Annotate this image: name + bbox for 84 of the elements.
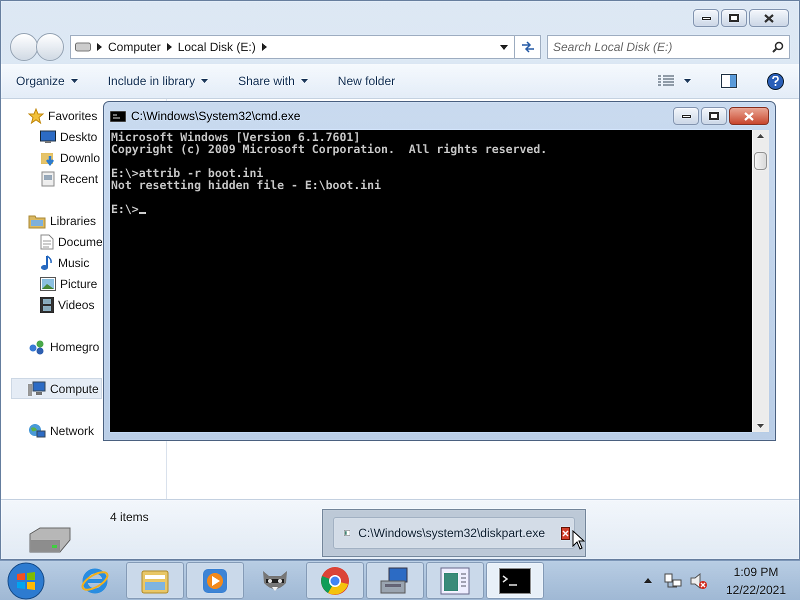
dropdown-arrow-icon: [684, 79, 691, 83]
navigation-item[interactable]: Downlo: [11, 147, 104, 168]
navigation-item[interactable]: Compute: [11, 378, 102, 399]
maximize-button[interactable]: [721, 9, 747, 27]
homegroup-icon: [28, 338, 46, 354]
scrollbar[interactable]: [752, 130, 769, 432]
play-icon: [202, 568, 228, 594]
console-icon: [110, 110, 126, 122]
dropdown-arrow-icon: [201, 79, 208, 83]
view-options-button[interactable]: [658, 75, 691, 87]
close-button[interactable]: [561, 526, 570, 540]
close-icon: [744, 112, 754, 120]
refresh-icon: [520, 41, 534, 53]
navigation-item[interactable]: Recent: [11, 168, 102, 189]
toolbar-button[interactable]: Organize: [16, 72, 78, 90]
scroll-up-arrow-icon: [757, 134, 764, 138]
question-mark-icon: [772, 76, 779, 86]
network-icon: [664, 572, 682, 590]
console-line: Microsoft Windows [Version 6.1.7601]: [111, 131, 360, 143]
navigation-item[interactable]: Picture: [11, 273, 100, 294]
navigation-item[interactable]: Homegro: [11, 336, 102, 357]
clock-time: 1:09 PM: [734, 564, 778, 580]
close-icon: [764, 14, 774, 22]
maximize-button[interactable]: [701, 107, 727, 125]
mouse-pointer-icon: [572, 530, 585, 550]
speaker-muted-icon: [690, 572, 708, 590]
minimize-button[interactable]: [673, 107, 699, 125]
network-icon: [28, 422, 46, 438]
thumbnail-title: C:\Windows\system32\diskpart.exe: [358, 525, 545, 542]
console-line: E:\>attrib -r boot.ini: [111, 167, 264, 179]
console-icon: [499, 568, 531, 594]
monitor-icon: [40, 130, 56, 144]
search-field[interactable]: Search Local Disk (E:): [547, 35, 790, 59]
help-button[interactable]: [767, 72, 784, 90]
navigation-item[interactable]: Videos: [11, 294, 98, 315]
close-icon: [562, 530, 569, 536]
chrome-icon: [320, 566, 350, 596]
console-line: E:\>: [111, 203, 139, 215]
scrollbar-thumb[interactable]: [754, 152, 767, 170]
document-icon: [40, 170, 56, 186]
drive-icon: [75, 42, 91, 52]
toolbar-button[interactable]: Include in library: [108, 72, 208, 90]
image-icon: [40, 276, 56, 290]
toolbar-button[interactable]: New folder: [338, 72, 396, 90]
console-line: Copyright (c) 2009 Microsoft Corporation. All rights reserved.: [111, 143, 548, 155]
chevron-right-icon: [262, 43, 267, 51]
dropdown-arrow-icon: [70, 79, 78, 83]
navigation-item[interactable]: Docume: [11, 231, 106, 252]
breadcrumb-item[interactable]: Computer: [108, 38, 161, 56]
preview-pane-button[interactable]: [721, 74, 737, 88]
close-button[interactable]: [729, 107, 769, 125]
address-bar[interactable]: Computer Local Disk (E:): [70, 35, 541, 59]
computer-icon: [28, 380, 46, 396]
film-icon: [40, 296, 54, 312]
toolbar-button[interactable]: Share with: [238, 72, 308, 90]
chevron-right-icon: [166, 43, 172, 51]
dropdown-arrow-icon: [300, 79, 308, 83]
taskbar-button[interactable]: [486, 562, 544, 599]
navigation-item[interactable]: Deskto: [11, 126, 100, 147]
taskbar-button[interactable]: [366, 562, 424, 599]
breadcrumb-item[interactable]: Local Disk (E:): [178, 38, 256, 56]
console-line: Not resetting hidden file - E:\boot.ini: [111, 179, 382, 191]
document-icon: [40, 234, 54, 250]
text-cursor: [138, 212, 146, 214]
scroll-down-arrow-icon: [757, 424, 764, 428]
start-button[interactable]: [6, 562, 46, 600]
music-note-icon: [40, 254, 54, 270]
search-icon: [772, 41, 784, 53]
chevron-right-icon: [97, 43, 102, 51]
minimize-button[interactable]: [693, 9, 719, 27]
browser-e-icon: [80, 566, 110, 596]
navigation-item[interactable]: Favorites: [11, 105, 100, 126]
navigation-item[interactable]: Network: [11, 420, 98, 441]
folder-icon: [28, 212, 46, 228]
clock-date: 12/22/2021: [726, 582, 786, 598]
dropdown-arrow-icon: [500, 44, 508, 50]
navigation-item[interactable]: Libraries: [11, 210, 100, 231]
star-icon: [28, 108, 44, 124]
item-count: 4 items: [110, 509, 149, 526]
close-button[interactable]: [749, 9, 789, 27]
navigation-item[interactable]: Music: [11, 252, 92, 273]
window-title: C:\Windows\System32\cmd.exe: [131, 108, 300, 125]
thumbnail-item[interactable]: C:\Windows\system32\diskpart.exe: [333, 517, 575, 549]
chevron-up-icon: [644, 578, 652, 583]
